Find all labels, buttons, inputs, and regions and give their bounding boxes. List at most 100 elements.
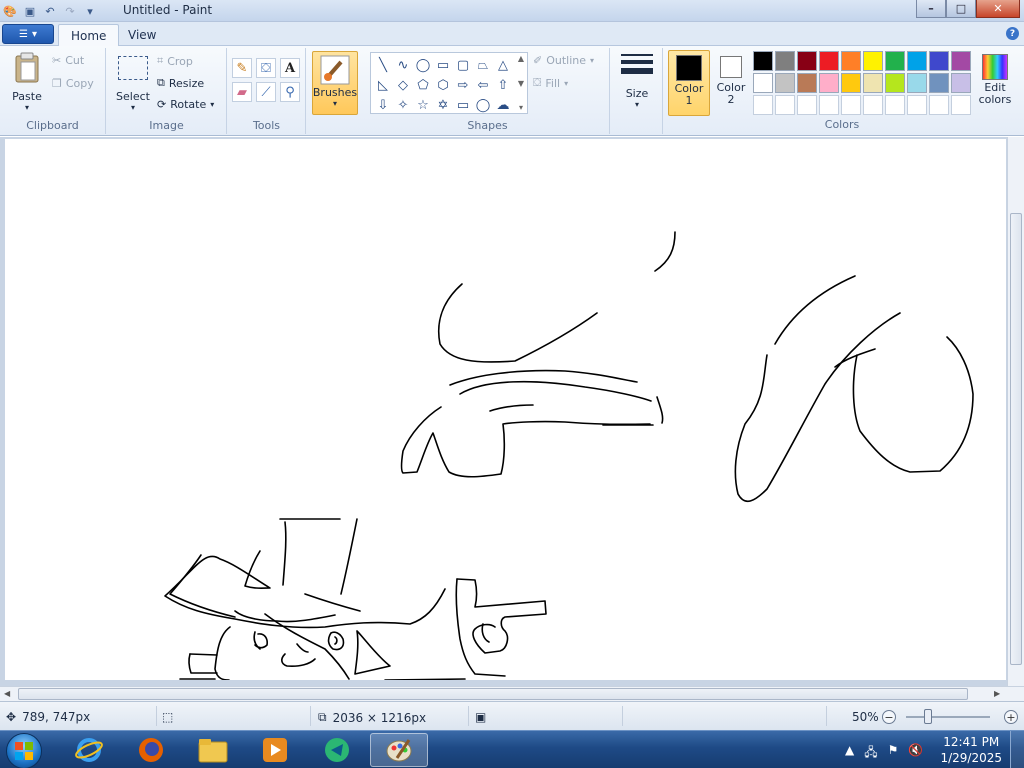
show-desktop-button[interactable] bbox=[1010, 731, 1024, 768]
palette-color-swatch[interactable] bbox=[907, 51, 927, 71]
crop-button[interactable]: ⌗ Crop bbox=[157, 54, 193, 68]
volume-muted-icon[interactable]: 🔇 bbox=[908, 743, 923, 764]
close-button[interactable]: ✕ bbox=[976, 0, 1020, 18]
network-icon[interactable]: 🖧 bbox=[864, 743, 877, 764]
scroll-right-icon[interactable]: ▶ bbox=[994, 689, 1000, 698]
start-button[interactable] bbox=[6, 733, 42, 768]
maximize-button[interactable]: □ bbox=[946, 0, 976, 18]
zoom-out-button[interactable]: − bbox=[882, 710, 896, 724]
taskbar-file-explorer[interactable] bbox=[186, 733, 240, 767]
palette-color-swatch[interactable] bbox=[775, 51, 795, 71]
shapes-gallery-scroll[interactable]: ▲ ▼ ▾ bbox=[515, 54, 527, 112]
six-point-star-shape-icon[interactable]: ✡ bbox=[433, 95, 453, 115]
taskbar-paint[interactable] bbox=[370, 733, 428, 767]
action-center-flag-icon[interactable]: ⚑ bbox=[888, 743, 899, 764]
taskbar-internet-explorer[interactable] bbox=[62, 733, 116, 767]
edit-colors-button[interactable]: Edit colors bbox=[974, 50, 1016, 116]
color2-button[interactable]: Color 2 bbox=[710, 50, 752, 116]
pencil-icon[interactable]: ✎ bbox=[232, 58, 252, 78]
redo-icon[interactable]: ↷ bbox=[62, 3, 78, 19]
palette-color-swatch[interactable] bbox=[863, 73, 883, 93]
vertical-scrollbar[interactable] bbox=[1007, 137, 1024, 686]
polygon-shape-icon[interactable]: ⏢ bbox=[473, 55, 493, 75]
help-icon[interactable]: ? bbox=[1006, 27, 1019, 40]
magnifier-icon[interactable]: ⚲ bbox=[280, 82, 300, 102]
taskbar-firefox[interactable] bbox=[124, 733, 178, 767]
zoom-slider-track[interactable] bbox=[906, 716, 990, 718]
triangle-shape-icon[interactable]: △ bbox=[493, 55, 513, 75]
fill-button[interactable]: ⛋ Fill ▾ bbox=[533, 76, 568, 90]
scroll-left-icon[interactable]: ◀ bbox=[4, 689, 10, 698]
four-point-star-shape-icon[interactable]: ✧ bbox=[393, 95, 413, 115]
rounded-callout-shape-icon[interactable]: ▭ bbox=[453, 95, 473, 115]
palette-color-swatch[interactable] bbox=[841, 95, 861, 115]
palette-color-swatch[interactable] bbox=[797, 95, 817, 115]
palette-color-swatch[interactable] bbox=[929, 95, 949, 115]
show-hidden-icons-icon[interactable]: ▲ bbox=[845, 743, 854, 764]
text-icon[interactable]: A bbox=[280, 58, 300, 78]
palette-color-swatch[interactable] bbox=[819, 95, 839, 115]
copy-button[interactable]: ❐ Copy bbox=[52, 77, 94, 90]
eraser-icon[interactable]: ▰ bbox=[232, 82, 252, 102]
palette-color-swatch[interactable] bbox=[863, 95, 883, 115]
palette-color-swatch[interactable] bbox=[753, 51, 773, 71]
palette-color-swatch[interactable] bbox=[885, 51, 905, 71]
up-arrow-shape-icon[interactable]: ⇧ bbox=[493, 75, 513, 95]
outline-button[interactable]: ✐ Outline ▾ bbox=[533, 54, 594, 67]
save-icon[interactable]: ▣ bbox=[22, 3, 38, 19]
size-button[interactable]: Size ▾ bbox=[617, 54, 657, 109]
gallery-expand-icon[interactable]: ▾ bbox=[519, 103, 523, 112]
left-arrow-shape-icon[interactable]: ⇦ bbox=[473, 75, 493, 95]
palette-color-swatch[interactable] bbox=[951, 95, 971, 115]
cloud-callout-shape-icon[interactable]: ☁ bbox=[493, 95, 513, 115]
tab-view[interactable]: View bbox=[116, 24, 168, 46]
oval-shape-icon[interactable]: ◯ bbox=[413, 55, 433, 75]
diamond-shape-icon[interactable]: ◇ bbox=[393, 75, 413, 95]
rounded-rectangle-shape-icon[interactable]: ▢ bbox=[453, 55, 473, 75]
system-clock[interactable]: 12:41 PM 1/29/2025 bbox=[940, 734, 1002, 766]
paint-app-icon[interactable]: 🎨 bbox=[2, 3, 18, 19]
horizontal-scroll-thumb[interactable] bbox=[18, 688, 968, 700]
palette-color-swatch[interactable] bbox=[819, 73, 839, 93]
undo-icon[interactable]: ↶ bbox=[42, 3, 58, 19]
five-point-star-shape-icon[interactable]: ☆ bbox=[413, 95, 433, 115]
customize-toolbar-icon[interactable]: ▾ bbox=[82, 3, 98, 19]
palette-color-swatch[interactable] bbox=[885, 95, 905, 115]
palette-color-swatch[interactable] bbox=[775, 95, 795, 115]
horizontal-scrollbar[interactable]: ◀ ▶ bbox=[0, 686, 1024, 701]
vertical-scroll-thumb[interactable] bbox=[1010, 213, 1022, 665]
color1-button[interactable]: Color 1 bbox=[668, 50, 710, 116]
chevron-down-icon[interactable]: ▼ bbox=[518, 79, 524, 88]
palette-color-swatch[interactable] bbox=[819, 51, 839, 71]
resize-button[interactable]: ⧉ Resize bbox=[157, 76, 204, 90]
hexagon-shape-icon[interactable]: ⬡ bbox=[433, 75, 453, 95]
minimize-button[interactable]: – bbox=[916, 0, 946, 18]
cut-button[interactable]: ✂ Cut bbox=[52, 54, 84, 67]
palette-color-swatch[interactable] bbox=[775, 73, 795, 93]
palette-color-swatch[interactable] bbox=[885, 73, 905, 93]
palette-color-swatch[interactable] bbox=[863, 51, 883, 71]
zoom-slider-thumb[interactable] bbox=[924, 709, 932, 724]
palette-color-swatch[interactable] bbox=[929, 51, 949, 71]
pentagon-shape-icon[interactable]: ⬠ bbox=[413, 75, 433, 95]
palette-color-swatch[interactable] bbox=[951, 73, 971, 93]
rectangle-shape-icon[interactable]: ▭ bbox=[433, 55, 453, 75]
paste-button[interactable]: Paste ▾ bbox=[8, 52, 46, 112]
palette-color-swatch[interactable] bbox=[907, 73, 927, 93]
rotate-button[interactable]: ⟳ Rotate ▾ bbox=[157, 98, 214, 111]
curve-shape-icon[interactable]: ∿ bbox=[393, 55, 413, 75]
zoom-in-button[interactable]: + bbox=[1004, 710, 1018, 724]
palette-color-swatch[interactable] bbox=[797, 73, 817, 93]
palette-color-swatch[interactable] bbox=[753, 95, 773, 115]
taskbar-app-green[interactable] bbox=[310, 733, 364, 767]
chevron-up-icon[interactable]: ▲ bbox=[518, 54, 524, 63]
fill-bucket-icon[interactable]: ⛋ bbox=[256, 58, 276, 78]
taskbar-media-player[interactable] bbox=[248, 733, 302, 767]
right-triangle-shape-icon[interactable]: ◺ bbox=[373, 75, 393, 95]
drawing-canvas[interactable] bbox=[5, 139, 1006, 680]
oval-callout-shape-icon[interactable]: ◯ bbox=[473, 95, 493, 115]
down-arrow-shape-icon[interactable]: ⇩ bbox=[373, 95, 393, 115]
palette-color-swatch[interactable] bbox=[907, 95, 927, 115]
palette-color-swatch[interactable] bbox=[841, 73, 861, 93]
tab-home[interactable]: Home bbox=[58, 24, 120, 46]
